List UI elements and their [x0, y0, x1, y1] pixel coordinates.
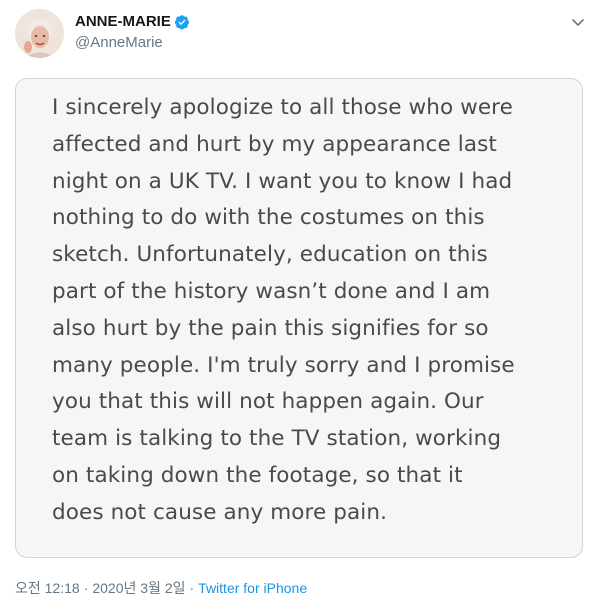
author-name-text[interactable]: ANNE-MARIE	[75, 12, 171, 32]
tweet-date[interactable]: 2020년 3월 2일	[92, 580, 185, 596]
tweet-image[interactable]: I sincerely apologize to all those who w…	[15, 78, 583, 558]
author-handle[interactable]: @AnneMarie	[75, 33, 163, 53]
tweet-meta: 오전 12:18 · 2020년 3월 2일 · Twitter for iPhone	[15, 578, 307, 598]
tweet-source-link[interactable]: Twitter for iPhone	[198, 580, 307, 596]
verified-badge-icon	[174, 14, 190, 30]
meta-separator: ·	[83, 580, 89, 596]
avatar[interactable]	[15, 9, 64, 58]
author-display-name[interactable]: ANNE-MARIE	[75, 12, 190, 32]
meta-separator-2: ·	[189, 580, 195, 596]
chevron-down-icon[interactable]	[568, 12, 588, 32]
tweet-time[interactable]: 오전 12:18	[15, 580, 80, 596]
statement-text: I sincerely apologize to all those who w…	[52, 95, 515, 525]
